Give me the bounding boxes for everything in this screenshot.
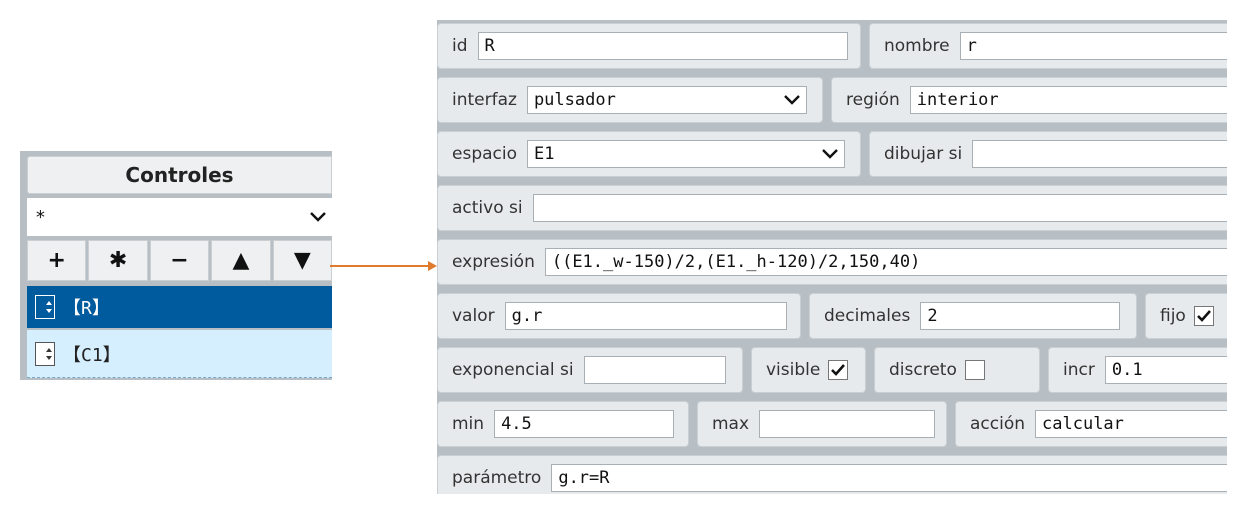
exponencial-si-input[interactable]	[583, 356, 726, 384]
properties-row: parámetro g.r=R	[437, 455, 1227, 494]
min-input[interactable]: 4.5	[494, 410, 675, 438]
accion-select[interactable]: calcular	[1035, 410, 1227, 438]
id-input[interactable]: R	[477, 32, 848, 60]
parametro-input[interactable]: g.r=R	[551, 464, 1227, 492]
max-label: max	[712, 414, 750, 434]
discreto-label: discreto	[889, 360, 957, 380]
controls-title: Controles	[27, 156, 332, 194]
properties-row: exponencial si visible discreto incr 0.1	[437, 347, 1227, 393]
discreto-checkbox[interactable]	[964, 360, 985, 380]
nombre-cell: nombre r	[869, 23, 1227, 69]
controls-filter-select[interactable]: *	[27, 198, 332, 236]
checkmark-icon	[1196, 310, 1211, 322]
valor-cell: valor g.r	[437, 293, 801, 339]
add-button[interactable]: +	[27, 240, 87, 281]
decimales-label: decimales	[824, 306, 911, 326]
nombre-input[interactable]: r	[959, 32, 1227, 60]
expresion-label: expresión	[452, 252, 535, 272]
properties-row: id R nombre r	[437, 23, 1227, 69]
properties-row: espacio E1 dibujar si	[437, 131, 1227, 177]
control-list-item-label: 【R】	[63, 298, 110, 319]
remove-button[interactable]: −	[149, 240, 210, 281]
fijo-cell: fijo	[1145, 293, 1227, 339]
accion-cell: acción calcular	[955, 401, 1227, 447]
exponencial-si-label: exponencial si	[452, 360, 574, 380]
connector-arrow-icon	[330, 261, 437, 271]
incr-input[interactable]: 0.1	[1104, 356, 1227, 384]
spinner-icon	[35, 341, 55, 366]
properties-row: expresión ((E1._w-150)/2,(E1._h-120)/2,1…	[437, 239, 1227, 285]
min-label: min	[452, 414, 485, 434]
activo-si-input[interactable]	[532, 194, 1227, 222]
id-label: id	[452, 36, 468, 56]
visible-cell: visible	[751, 347, 866, 393]
chevron-down-icon	[784, 95, 800, 105]
move-up-button[interactable]: ▲	[211, 240, 271, 281]
asterisk-button[interactable]: ✱	[88, 240, 148, 281]
interfaz-label: interfaz	[452, 90, 517, 110]
max-input[interactable]	[759, 410, 936, 438]
controls-panel: Controles * + ✱ − ▲ ▼ 【R】 【C1】	[20, 151, 333, 380]
controls-filter-value: *	[35, 206, 46, 228]
exponencial-si-cell: exponencial si	[437, 347, 743, 393]
controls-toolbar: + ✱ − ▲ ▼	[27, 240, 333, 281]
activo-si-label: activo si	[452, 198, 523, 218]
properties-panel: id R nombre r interfaz pulsador región i…	[437, 20, 1227, 494]
dibujar-si-cell: dibujar si	[869, 131, 1227, 177]
chevron-down-icon	[310, 212, 326, 222]
interfaz-select[interactable]: pulsador	[526, 86, 807, 114]
control-list-item-label: 【C1】	[63, 344, 121, 366]
interfaz-cell: interfaz pulsador	[437, 77, 823, 123]
checkmark-icon	[831, 364, 846, 376]
discreto-cell: discreto	[874, 347, 1040, 393]
visible-checkbox[interactable]	[828, 360, 849, 380]
control-list-item-c1[interactable]: 【C1】	[27, 330, 332, 378]
max-cell: max	[697, 401, 947, 447]
visible-label: visible	[766, 360, 821, 380]
region-select[interactable]: interior	[909, 86, 1227, 114]
control-list-item-r[interactable]: 【R】	[27, 286, 332, 328]
valor-input[interactable]: g.r	[504, 302, 787, 330]
espacio-value: E1	[534, 144, 555, 164]
incr-label: incr	[1063, 360, 1095, 380]
parametro-cell: parámetro g.r=R	[437, 455, 1227, 494]
dibujar-si-label: dibujar si	[884, 144, 963, 164]
properties-row: valor g.r decimales 2 fijo	[437, 293, 1227, 339]
fijo-checkbox[interactable]	[1193, 306, 1214, 326]
region-label: región	[846, 90, 900, 110]
nombre-label: nombre	[884, 36, 950, 56]
id-cell: id R	[437, 23, 861, 69]
accion-label: acción	[970, 414, 1026, 434]
move-down-button[interactable]: ▼	[272, 240, 333, 281]
region-cell: región interior	[831, 77, 1227, 123]
espacio-cell: espacio E1	[437, 131, 861, 177]
properties-row: activo si	[437, 185, 1227, 231]
activo-si-cell: activo si	[437, 185, 1227, 231]
expresion-input[interactable]: ((E1._w-150)/2,(E1._h-120)/2,150,40)	[544, 248, 1227, 276]
decimales-cell: decimales 2	[809, 293, 1137, 339]
expresion-cell: expresión ((E1._w-150)/2,(E1._h-120)/2,1…	[437, 239, 1227, 285]
min-cell: min 4.5	[437, 401, 689, 447]
dibujar-si-input[interactable]	[972, 140, 1227, 168]
decimales-input[interactable]: 2	[920, 302, 1121, 330]
incr-cell: incr 0.1	[1048, 347, 1227, 393]
fijo-label: fijo	[1160, 306, 1186, 326]
valor-label: valor	[452, 306, 495, 326]
parametro-label: parámetro	[452, 468, 542, 488]
chevron-down-icon	[822, 149, 838, 159]
properties-row: interfaz pulsador región interior	[437, 77, 1227, 123]
interfaz-value: pulsador	[533, 90, 616, 110]
properties-row: min 4.5 max acción calcular	[437, 401, 1227, 447]
espacio-label: espacio	[452, 144, 517, 164]
espacio-select[interactable]: E1	[527, 140, 845, 168]
spinner-icon	[35, 295, 55, 319]
